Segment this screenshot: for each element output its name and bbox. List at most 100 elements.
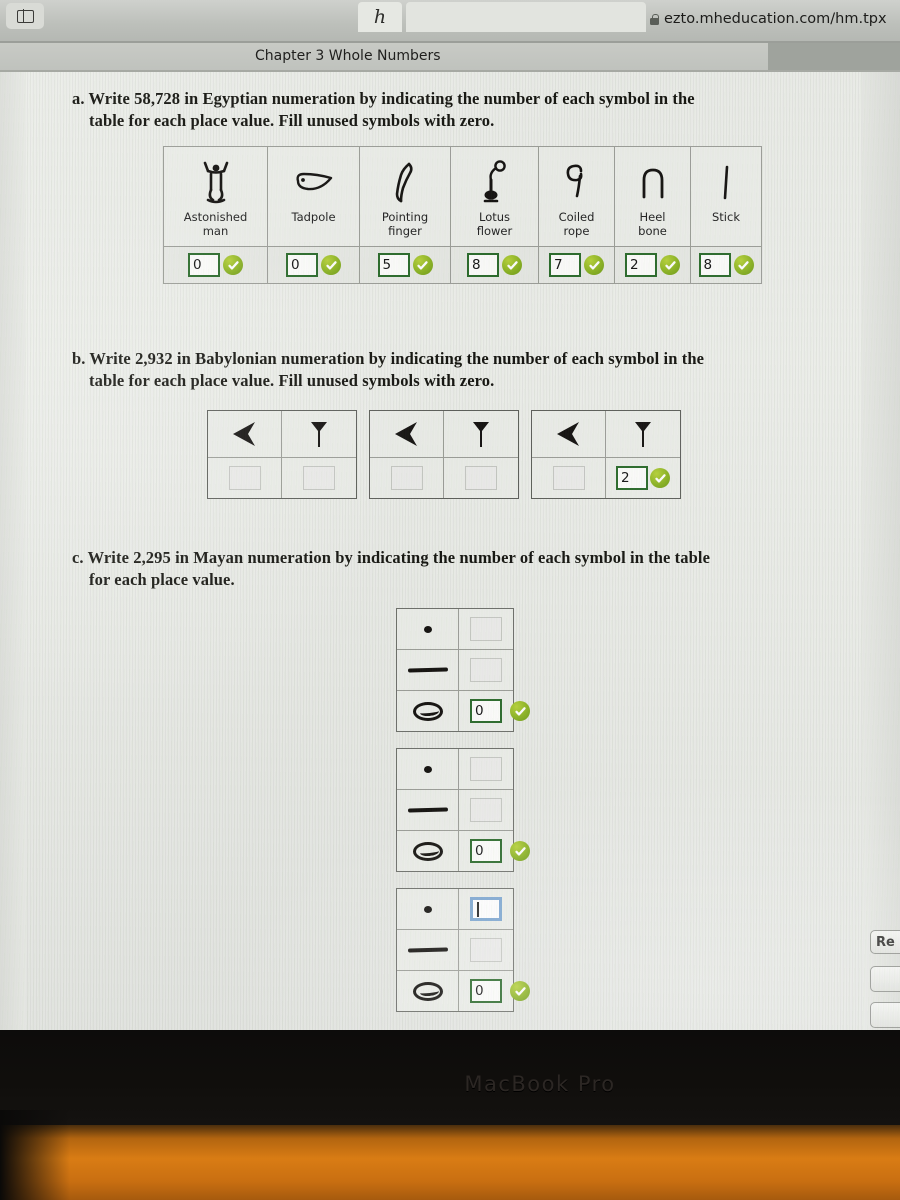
desk-surface	[0, 1125, 900, 1200]
mayan-dot-glyph	[397, 889, 459, 929]
sidebar-toggle-icon	[16, 8, 34, 24]
mayan-shell-glyph	[397, 831, 459, 871]
egyptian-input-lotus-flower[interactable]: 8	[467, 253, 499, 278]
mayan-answer-cell: 0	[459, 831, 530, 871]
correct-check-icon	[510, 841, 530, 861]
tab-title[interactable]: Chapter 3 Whole Numbers	[255, 48, 555, 64]
tab-strip-right-panel	[768, 43, 900, 71]
mayan-input-bar-3[interactable]	[470, 938, 502, 962]
babylonian-answer-cell	[444, 458, 518, 498]
babylonian-one-wedge-glyph	[282, 411, 356, 457]
babylonian-answer-cell	[370, 458, 444, 498]
sidebar-toggle-button[interactable]	[6, 3, 44, 29]
babylonian-input-tens-3[interactable]	[552, 466, 585, 490]
mayan-answer-cell	[459, 930, 513, 970]
babylonian-answer-row	[208, 457, 356, 498]
mayan-answer-cell	[459, 790, 513, 830]
lotus-flower-glyph	[482, 155, 508, 211]
egyptian-answer-cell-pointing-finger: 5	[360, 247, 451, 284]
correct-check-icon	[650, 468, 670, 488]
address-bar[interactable]: ezto.mheducation.com/hm.tpx	[650, 8, 900, 30]
mayan-bar-glyph	[397, 650, 459, 690]
correct-check-icon	[321, 255, 341, 276]
browser-tab-blank[interactable]	[406, 2, 646, 32]
question-b-line1: b. Write 2,932 in Babylonian numeration …	[72, 349, 705, 368]
mayan-input-shell-1[interactable]: 0	[470, 699, 502, 723]
egyptian-answer-cell-heel-bone: 2	[615, 247, 691, 284]
heel-bone-glyph	[638, 155, 668, 211]
side-button-3[interactable]	[870, 1002, 900, 1028]
babylonian-numeration-table: 2	[207, 410, 681, 499]
babylonian-symbol-row	[208, 411, 356, 457]
mayan-input-dot-1[interactable]	[470, 617, 502, 641]
babylonian-one-wedge-glyph	[606, 411, 680, 457]
egyptian-column-pointing-finger: Pointing finger	[360, 147, 451, 247]
mayan-input-dot-2[interactable]	[470, 757, 502, 781]
mayan-row-dot	[397, 889, 513, 930]
egyptian-input-heel-bone[interactable]: 2	[625, 253, 657, 278]
mayan-input-shell-2[interactable]: 0	[470, 839, 502, 863]
babylonian-symbol-row	[370, 411, 518, 457]
laptop-screen-photo: h ezto.mheducation.com/hm.tpx Chapter 3 …	[0, 0, 900, 1200]
babylonian-group-1	[207, 410, 357, 499]
question-a-line2: table for each place value. Fill unused …	[89, 110, 495, 130]
mayan-block-2: 0	[396, 748, 530, 872]
mayan-row-dot	[397, 609, 513, 650]
mayan-row-bar	[397, 650, 513, 691]
babylonian-answer-row	[370, 457, 518, 498]
egyptian-column-heel-bone: Heel bone	[615, 147, 691, 247]
mayan-bar-glyph	[397, 790, 459, 830]
correct-check-icon	[223, 255, 243, 276]
mayan-row-shell: 0	[397, 971, 530, 1011]
egyptian-label-heel-bone: Heel bone	[638, 210, 667, 238]
babylonian-input-tens-1[interactable]	[228, 466, 261, 490]
babylonian-ten-wedge-glyph	[208, 411, 282, 457]
text-cursor	[477, 901, 479, 917]
babylonian-input-ones-2[interactable]	[465, 466, 497, 490]
question-a-text: a. Write 58,728 in Egyptian numeration b…	[72, 88, 772, 132]
egyptian-symbol-row: Astonished man Tadpole Pointing finger L…	[164, 147, 761, 247]
mayan-answer-cell: 0	[459, 691, 530, 731]
egyptian-label-coiled-rope: Coiled rope	[558, 210, 595, 238]
babylonian-answer-cell: 2	[606, 458, 680, 498]
babylonian-input-tens-2[interactable]	[390, 466, 423, 490]
egyptian-input-coiled-rope[interactable]: 7	[549, 253, 581, 278]
babylonian-input-ones-3[interactable]: 2	[616, 466, 648, 490]
mayan-input-bar-1[interactable]	[470, 658, 502, 682]
mayan-answer-cell	[459, 889, 513, 929]
babylonian-answer-row: 2	[532, 457, 680, 498]
egyptian-label-tadpole: Tadpole	[291, 210, 336, 224]
correct-check-icon	[502, 255, 522, 276]
mayan-row-bar	[397, 930, 513, 971]
egyptian-label-stick: Stick	[712, 210, 740, 224]
egyptian-input-stick[interactable]: 8	[698, 253, 731, 278]
egyptian-column-stick: Stick	[691, 147, 761, 246]
pointing-finger-glyph	[392, 155, 418, 211]
mayan-input-bar-2[interactable]	[470, 798, 502, 822]
address-bar-url: ezto.mheducation.com/hm.tpx	[664, 11, 887, 27]
mayan-bar-glyph	[397, 930, 459, 970]
reference-button[interactable]: Re	[870, 930, 900, 954]
mayan-row-bar	[397, 790, 513, 831]
egyptian-input-pointing-finger[interactable]: 5	[377, 253, 410, 278]
side-button-2[interactable]	[870, 966, 900, 992]
correct-check-icon	[733, 255, 754, 276]
correct-check-icon	[412, 255, 433, 276]
mayan-block-3: 0	[396, 888, 530, 1012]
egyptian-numeration-table: Astonished man Tadpole Pointing finger L…	[163, 146, 762, 285]
browser-tab-active[interactable]: h	[358, 2, 402, 32]
babylonian-input-ones-1[interactable]	[303, 466, 335, 490]
egyptian-column-tadpole: Tadpole	[268, 147, 360, 247]
egyptian-input-tadpole[interactable]: 0	[286, 253, 318, 278]
mayan-shell-glyph	[397, 971, 459, 1011]
egyptian-input-astonished-man[interactable]: 0	[188, 253, 220, 278]
coiled-rope-glyph	[564, 155, 590, 211]
egyptian-answer-row: 0 0 5 8 7 2 8	[164, 246, 761, 284]
question-c-line1: c. Write 2,295 in Mayan numeration by in…	[72, 548, 711, 567]
mayan-answer-cell	[459, 650, 513, 690]
babylonian-answer-cell	[282, 458, 356, 498]
babylonian-answer-cell	[208, 458, 282, 498]
mayan-input-dot-3[interactable]	[470, 897, 502, 921]
mayan-input-shell-3[interactable]: 0	[470, 979, 502, 1003]
mayan-answer-cell: 0	[459, 971, 530, 1011]
